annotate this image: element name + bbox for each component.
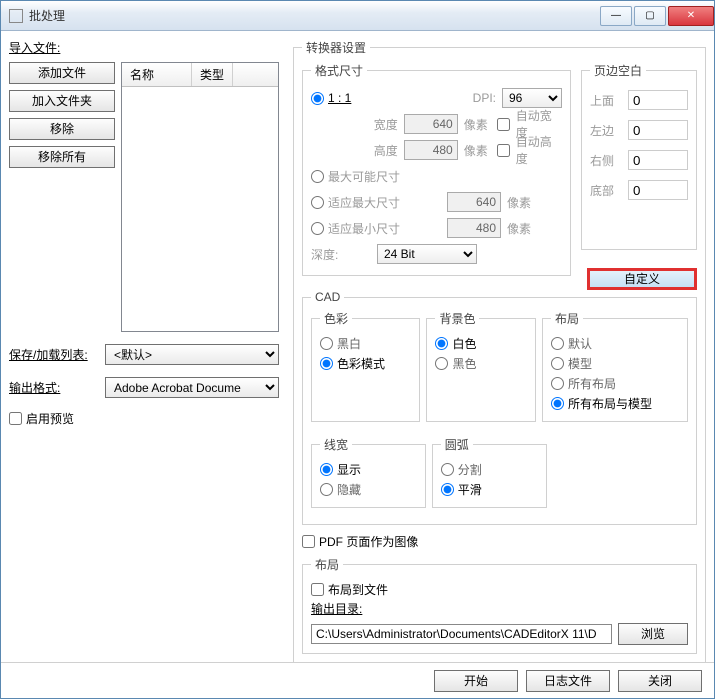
margin-right-input[interactable] bbox=[628, 150, 688, 170]
auto-width-checkbox[interactable] bbox=[497, 118, 510, 131]
depth-label: 深度: bbox=[311, 246, 371, 263]
height-label: 高度 bbox=[374, 142, 398, 159]
fit-max-input[interactable] bbox=[447, 192, 501, 212]
save-list-label: 保存/加载列表: bbox=[9, 346, 105, 363]
window: 批处理 — ▢ ✕ 导入文件: 添加文件 加入文件夹 移除 移除所有 名称 bbox=[0, 0, 715, 699]
col-type[interactable]: 类型 bbox=[192, 63, 233, 86]
import-files-label: 导入文件: bbox=[9, 39, 279, 56]
layout-model-radio[interactable] bbox=[551, 357, 564, 370]
auto-height-checkbox[interactable] bbox=[497, 144, 510, 157]
save-list-combo[interactable]: <默认> bbox=[105, 344, 279, 365]
lw-hide-radio[interactable] bbox=[320, 483, 333, 496]
dpi-combo[interactable]: 96 bbox=[502, 88, 562, 108]
ratio-1-1-radio[interactable] bbox=[311, 92, 324, 105]
output-layout-title: 布局 bbox=[311, 556, 343, 573]
arc-split-radio[interactable] bbox=[441, 463, 454, 476]
width-label: 宽度 bbox=[374, 116, 398, 133]
lw-show-radio[interactable] bbox=[320, 463, 333, 476]
close-button[interactable]: ✕ bbox=[668, 6, 714, 26]
maximize-button[interactable]: ▢ bbox=[634, 6, 666, 26]
outdir-label: 输出目录: bbox=[311, 600, 688, 617]
bg-group: 背景色 白色 黑色 bbox=[426, 310, 535, 422]
layout-to-file-checkbox[interactable] bbox=[311, 583, 324, 596]
layout-allmodel-radio[interactable] bbox=[551, 397, 564, 410]
layout-group: 布局 默认 模型 所有布局 所有布局与模型 bbox=[542, 310, 688, 422]
height-input[interactable] bbox=[404, 140, 458, 160]
start-button[interactable]: 开始 bbox=[434, 670, 518, 692]
custom-button[interactable]: 自定义 bbox=[587, 268, 697, 290]
converter-settings-group: 转换器设置 格式尺寸 1 : 1 DPI: 96 bbox=[293, 39, 706, 692]
output-format-combo[interactable]: Adobe Acrobat Docume bbox=[105, 377, 279, 398]
add-folder-button[interactable]: 加入文件夹 bbox=[9, 90, 115, 112]
file-list[interactable]: 名称 类型 bbox=[121, 62, 279, 332]
cad-title: CAD bbox=[311, 290, 344, 304]
margin-bottom-input[interactable] bbox=[628, 180, 688, 200]
fit-max-radio[interactable] bbox=[311, 196, 324, 209]
layout-all-radio[interactable] bbox=[551, 377, 564, 390]
add-file-button[interactable]: 添加文件 bbox=[9, 62, 115, 84]
outdir-input[interactable] bbox=[311, 624, 612, 644]
linewidth-group: 线宽 显示 隐藏 bbox=[311, 436, 426, 508]
file-list-header: 名称 类型 bbox=[122, 63, 278, 87]
arc-group: 圆弧 分割 平滑 bbox=[432, 436, 547, 508]
arc-smooth-radio[interactable] bbox=[441, 483, 454, 496]
enable-preview-label: 启用预览 bbox=[26, 410, 74, 427]
converter-settings-title: 转换器设置 bbox=[302, 39, 370, 56]
left-panel: 导入文件: 添加文件 加入文件夹 移除 移除所有 名称 类型 保存/加载列表: bbox=[9, 39, 279, 647]
format-size-group: 格式尺寸 1 : 1 DPI: 96 宽度 像素 bbox=[302, 62, 571, 276]
color-mode-radio[interactable] bbox=[320, 357, 333, 370]
format-size-title: 格式尺寸 bbox=[311, 62, 367, 79]
color-bw-radio[interactable] bbox=[320, 337, 333, 350]
margin-left-input[interactable] bbox=[628, 120, 688, 140]
layout-default-radio[interactable] bbox=[551, 337, 564, 350]
close-dialog-button[interactable]: 关闭 bbox=[618, 670, 702, 692]
title-bar: 批处理 — ▢ ✕ bbox=[1, 1, 714, 31]
log-button[interactable]: 日志文件 bbox=[526, 670, 610, 692]
right-panel: 转换器设置 格式尺寸 1 : 1 DPI: 96 bbox=[287, 39, 706, 647]
max-possible-radio[interactable] bbox=[311, 170, 324, 183]
margin-top-input[interactable] bbox=[628, 90, 688, 110]
window-title: 批处理 bbox=[29, 7, 598, 24]
fit-min-input[interactable] bbox=[447, 218, 501, 238]
color-group: 色彩 黑白 色彩模式 bbox=[311, 310, 420, 422]
margins-title: 页边空白 bbox=[590, 62, 646, 79]
enable-preview-checkbox[interactable] bbox=[9, 412, 22, 425]
remove-all-button[interactable]: 移除所有 bbox=[9, 146, 115, 168]
cad-group: CAD 色彩 黑白 色彩模式 背景色 白色 黑色 布局 默认 模型 bbox=[302, 290, 697, 525]
output-format-label: 输出格式: bbox=[9, 379, 105, 396]
pdf-as-image-label: PDF 页面作为图像 bbox=[319, 533, 418, 550]
app-icon bbox=[9, 9, 23, 23]
margins-group: 页边空白 上面 左边 右侧 底部 bbox=[581, 62, 697, 250]
dpi-label: DPI: bbox=[468, 91, 496, 105]
width-input[interactable] bbox=[404, 114, 458, 134]
col-name[interactable]: 名称 bbox=[122, 63, 192, 86]
bg-white-radio[interactable] bbox=[435, 337, 448, 350]
output-layout-group: 布局 布局到文件 输出目录: 浏览 bbox=[302, 556, 697, 654]
pdf-as-image-checkbox[interactable] bbox=[302, 535, 315, 548]
remove-button[interactable]: 移除 bbox=[9, 118, 115, 140]
minimize-button[interactable]: — bbox=[600, 6, 632, 26]
fit-min-radio[interactable] bbox=[311, 222, 324, 235]
bg-black-radio[interactable] bbox=[435, 357, 448, 370]
depth-combo[interactable]: 24 Bit bbox=[377, 244, 477, 264]
footer: 开始 日志文件 关闭 bbox=[1, 662, 714, 698]
browse-button[interactable]: 浏览 bbox=[618, 623, 688, 645]
